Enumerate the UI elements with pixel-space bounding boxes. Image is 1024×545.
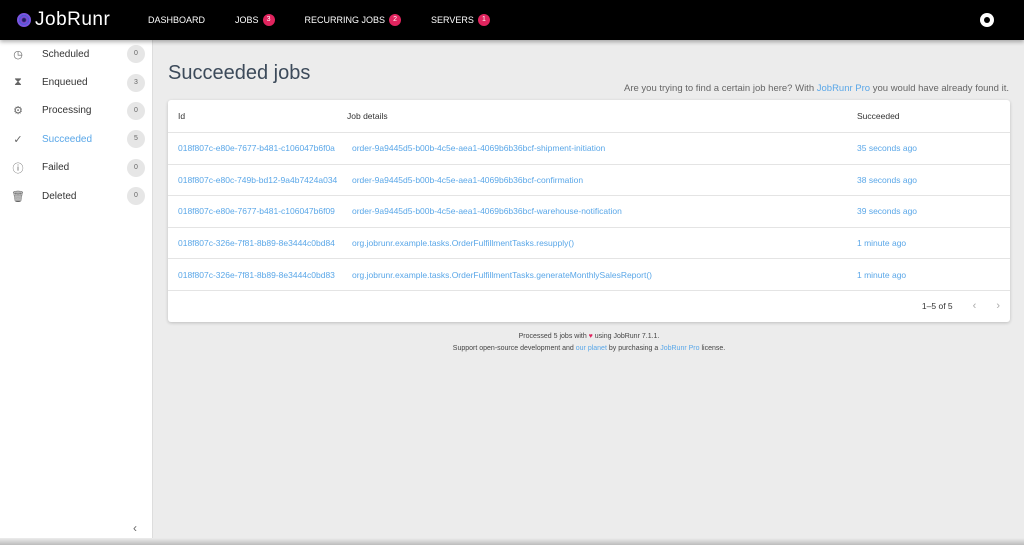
- succeeded-time[interactable]: 1 minute ago: [857, 270, 1010, 280]
- sidebar-item-enqueued[interactable]: ⧗ Enqueued 3: [0, 68, 152, 96]
- table-row[interactable]: 018f807c-326e-7f81-8b89-8e3444c0bd83 org.…: [168, 259, 1010, 291]
- count-badge: 0: [127, 158, 145, 177]
- job-details-link[interactable]: org.jobrunr.example.tasks.OrderFulfillme…: [347, 238, 857, 248]
- nav-label: RECURRING JOBS: [304, 15, 386, 25]
- gears-icon: ⚙: [13, 105, 23, 118]
- hint-text: Are you trying to find a certain job her…: [624, 83, 817, 94]
- nav-recurring-jobs[interactable]: RECURRING JOBS 2: [305, 14, 402, 26]
- job-details-link[interactable]: order-9a9445d5-b00b-4c5e-aea1-4069b6b36b…: [347, 206, 857, 216]
- succeeded-time[interactable]: 1 minute ago: [857, 238, 1010, 248]
- next-page-icon[interactable]: ›: [996, 300, 1000, 312]
- nav-dashboard[interactable]: DASHBOARD: [148, 15, 205, 25]
- succeeded-time[interactable]: 38 seconds ago: [857, 175, 1010, 185]
- pagination-label: 1–5 of 5: [921, 301, 953, 312]
- count-badge: 0: [127, 101, 145, 120]
- job-id-link[interactable]: 018f807c-326e-7f81-8b89-8e3444c0bd84: [168, 238, 347, 248]
- github-icon[interactable]: [980, 13, 994, 27]
- footer-text: by purchasing a: [606, 345, 661, 352]
- hourglass-icon: ⧗: [14, 76, 22, 89]
- sidebar-item-processing[interactable]: ⚙ Processing 0: [0, 97, 152, 125]
- sidebar-item-scheduled[interactable]: ◷ Scheduled 0: [0, 40, 152, 68]
- jobrunr-pro-link[interactable]: JobRunr Pro: [817, 83, 870, 94]
- sidebar-item-label: Succeeded: [42, 133, 93, 145]
- top-bar: JobRunr DASHBOARD JOBS 3 RECURRING JOBS 2 …: [0, 0, 1024, 40]
- clock-icon: ◷: [13, 48, 23, 61]
- job-id-link[interactable]: 018f807c-e80c-749b-bd12-9a4b7424a034: [168, 175, 347, 185]
- succeeded-time[interactable]: 39 seconds ago: [857, 206, 1010, 216]
- page-title: Succeeded jobs: [168, 62, 311, 84]
- sidebar-item-label: Failed: [42, 162, 70, 174]
- sidebar-item-label: Processing: [42, 105, 92, 117]
- collapse-sidebar-icon[interactable]: ‹: [133, 521, 137, 535]
- footer-text: Support open-source development and: [452, 345, 576, 352]
- nav-label: DASHBOARD: [148, 15, 206, 25]
- pagination: 1–5 of 5 ‹ ›: [168, 291, 1010, 322]
- trash-icon: 🗑: [11, 190, 25, 203]
- table-row[interactable]: 018f807c-326e-7f81-8b89-8e3444c0bd84 org.…: [168, 228, 1010, 260]
- job-id-link[interactable]: 018f807c-326e-7f81-8b89-8e3444c0bd83: [168, 270, 347, 280]
- sidebar-item-deleted[interactable]: 🗑 Deleted 0: [0, 182, 152, 210]
- header-job-details: Job details: [347, 111, 388, 121]
- alert-icon: ⓘ: [12, 162, 24, 175]
- window-bottom-edge: [0, 538, 1024, 545]
- sidebar-item-label: Enqueued: [42, 77, 88, 89]
- servers-badge: 1: [477, 14, 490, 26]
- table-row[interactable]: 018f807c-e80c-749b-bd12-9a4b7424a034 orde…: [168, 165, 1010, 197]
- pro-hint: Are you trying to find a certain job her…: [624, 83, 1009, 94]
- count-badge: 0: [127, 187, 145, 206]
- job-id-link[interactable]: 018f807c-e80e-7677-b481-c106047b6f0a: [168, 143, 347, 153]
- logo-icon: [17, 13, 31, 27]
- jobrunr-pro-footer-link[interactable]: JobRunr Pro: [660, 345, 699, 352]
- nav-label: JOBS: [235, 15, 259, 25]
- job-details-link[interactable]: order-9a9445d5-b00b-4c5e-aea1-4069b6b36b…: [347, 175, 857, 185]
- succeeded-time[interactable]: 35 seconds ago: [857, 143, 1010, 153]
- sidebar-item-label: Deleted: [42, 190, 77, 202]
- sidebar: ◷ Scheduled 0 ⧗ Enqueued 3 ⚙ Processing 0 ✓ Suc…: [0, 40, 153, 545]
- job-details-link[interactable]: order-9a9445d5-b00b-4c5e-aea1-4069b6b36b…: [347, 143, 857, 153]
- table-header: Id Job details Succeeded: [168, 100, 1010, 133]
- footer-text: license.: [699, 345, 726, 352]
- jobs-table: Id Job details Succeeded 018f807c-e80e-7…: [168, 100, 1010, 322]
- footer-line-2: Support open-source development and our …: [168, 345, 1010, 352]
- table-row[interactable]: 018f807c-e80e-7677-b481-c106047b6f0a orde…: [168, 133, 1010, 165]
- header-succeeded: Succeeded: [857, 111, 900, 121]
- footer-text: Processed 5 jobs with: [518, 333, 589, 340]
- nav-jobs[interactable]: JOBS 3: [235, 14, 275, 26]
- count-badge: 5: [127, 130, 145, 149]
- count-badge: 0: [127, 45, 145, 64]
- sidebar-item-label: Scheduled: [42, 48, 90, 60]
- recurring-badge: 2: [389, 14, 402, 26]
- jobs-badge: 3: [262, 14, 275, 26]
- nav-servers[interactable]: SERVERS 1: [431, 14, 490, 26]
- count-badge: 3: [127, 73, 145, 92]
- job-details-link[interactable]: org.jobrunr.example.tasks.OrderFulfillme…: [347, 270, 857, 280]
- our-planet-link[interactable]: our planet: [576, 345, 607, 352]
- footer-text: using JobRunr 7.1.1.: [592, 333, 660, 340]
- sidebar-item-failed[interactable]: ⓘ Failed 0: [0, 154, 152, 182]
- job-id-link[interactable]: 018f807c-e80e-7677-b481-c106047b6f09: [168, 206, 347, 216]
- sidebar-item-succeeded[interactable]: ✓ Succeeded 5: [0, 125, 152, 153]
- prev-page-icon[interactable]: ‹: [973, 300, 977, 312]
- table-row[interactable]: 018f807c-e80e-7677-b481-c106047b6f09 orde…: [168, 196, 1010, 228]
- logo[interactable]: JobRunr: [17, 9, 148, 31]
- nav-label: SERVERS: [431, 15, 474, 25]
- footer-line-1: Processed 5 jobs with ♥ using JobRunr 7.…: [168, 333, 1010, 340]
- hint-text: you would have already found it.: [870, 83, 1009, 94]
- check-icon: ✓: [13, 133, 23, 146]
- app-name: JobRunr: [35, 9, 111, 30]
- main-nav: DASHBOARD JOBS 3 RECURRING JOBS 2 SERVERS 1: [148, 14, 520, 26]
- header-id: Id: [178, 111, 186, 121]
